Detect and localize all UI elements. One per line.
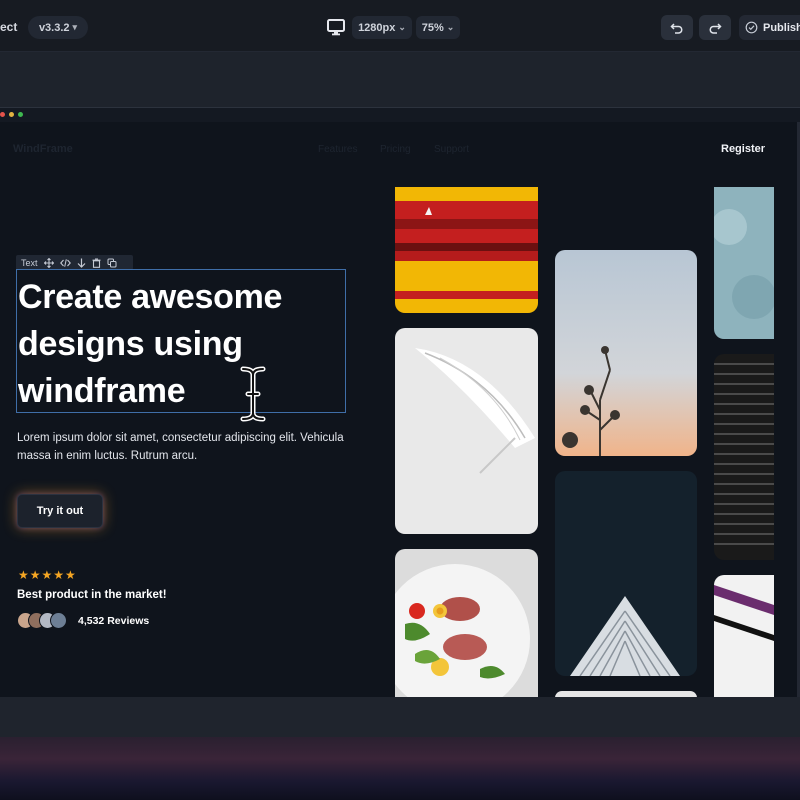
nav-link-support[interactable]: Support [434, 144, 469, 155]
undo-button[interactable] [661, 15, 693, 40]
publish-button[interactable]: Publish [739, 15, 800, 40]
text-cursor-icon [240, 366, 266, 422]
redo-button[interactable] [699, 15, 731, 40]
hero-headline[interactable]: Create awesome designs using windframe [18, 274, 348, 415]
desktop-background [0, 737, 800, 800]
element-toolbar: Text [16, 255, 133, 270]
resolution-label: 1280px [358, 21, 396, 34]
lines-image [714, 354, 774, 560]
nav-link-pricing[interactable]: Pricing [380, 144, 411, 155]
trash-icon[interactable] [92, 257, 101, 268]
undo-icon [670, 22, 683, 34]
move-icon[interactable] [43, 257, 54, 268]
water-image [714, 187, 774, 339]
gallery-image-building[interactable] [555, 471, 697, 676]
secondary-bar [0, 52, 800, 107]
monitor-icon[interactable] [326, 17, 346, 37]
diagonal-image [714, 575, 774, 698]
reviewer-avatars [17, 612, 67, 630]
gallery-image-water[interactable] [714, 187, 774, 339]
building-image [555, 471, 697, 676]
editor-toolbar: ect v3.3.2 ▾ 1280px ⌄ 75% ⌄ Publish [0, 0, 800, 52]
arrow-down-icon[interactable] [77, 258, 86, 268]
redo-icon [709, 22, 722, 34]
review-count: 4,532 Reviews [78, 615, 150, 627]
gallery-image-paper[interactable] [395, 328, 538, 534]
version-label: v3.3.2 [38, 21, 70, 34]
chevron-down-icon: ⌄ [446, 22, 455, 32]
frame-titlebar [0, 108, 800, 122]
sky-image [555, 250, 697, 456]
version-dropdown[interactable]: v3.3.2 ▾ [28, 16, 88, 39]
gallery-image-lines[interactable] [714, 354, 774, 560]
avatar [50, 612, 67, 629]
app-name: ect [0, 20, 18, 34]
zoom-dropdown[interactable]: 75% ⌄ [416, 16, 460, 39]
stripes-image [395, 187, 538, 313]
close-dot-icon [0, 112, 5, 117]
chevron-down-icon: ⌄ [398, 22, 406, 32]
paper-image [395, 328, 538, 534]
check-circle-icon [745, 21, 758, 34]
code-icon[interactable] [59, 258, 71, 268]
try-it-out-button[interactable]: Try it out [17, 494, 103, 528]
register-link[interactable]: Register [721, 143, 765, 155]
maximize-dot-icon [18, 112, 23, 117]
publish-label: Publish [763, 21, 800, 34]
gallery-image-sky[interactable] [555, 250, 697, 456]
bottom-bar [0, 697, 800, 737]
gallery-image-food[interactable] [395, 549, 538, 698]
nav-link-features[interactable]: Features [318, 144, 357, 155]
hero-description: Lorem ipsum dolor sit amet, consectetur … [17, 432, 344, 462]
site-logo[interactable]: WindFrame [13, 143, 73, 155]
gallery-image-stripes[interactable] [395, 187, 538, 313]
duplicate-icon[interactable] [107, 258, 117, 268]
minimize-dot-icon [9, 112, 14, 117]
food-image [395, 549, 538, 698]
rating-tagline: Best product in the market! [17, 589, 167, 601]
element-type-label: Text [21, 257, 38, 268]
resolution-dropdown[interactable]: 1280px ⌄ [352, 16, 412, 39]
gallery-image-diagonal[interactable] [714, 575, 774, 698]
caret-down-icon: ▾ [72, 22, 78, 32]
preview-canvas[interactable]: WindFrame Features Pricing Support Regis… [0, 107, 800, 698]
rating-stars: ★★★★★ [18, 568, 77, 582]
zoom-label: 75% [421, 21, 444, 34]
